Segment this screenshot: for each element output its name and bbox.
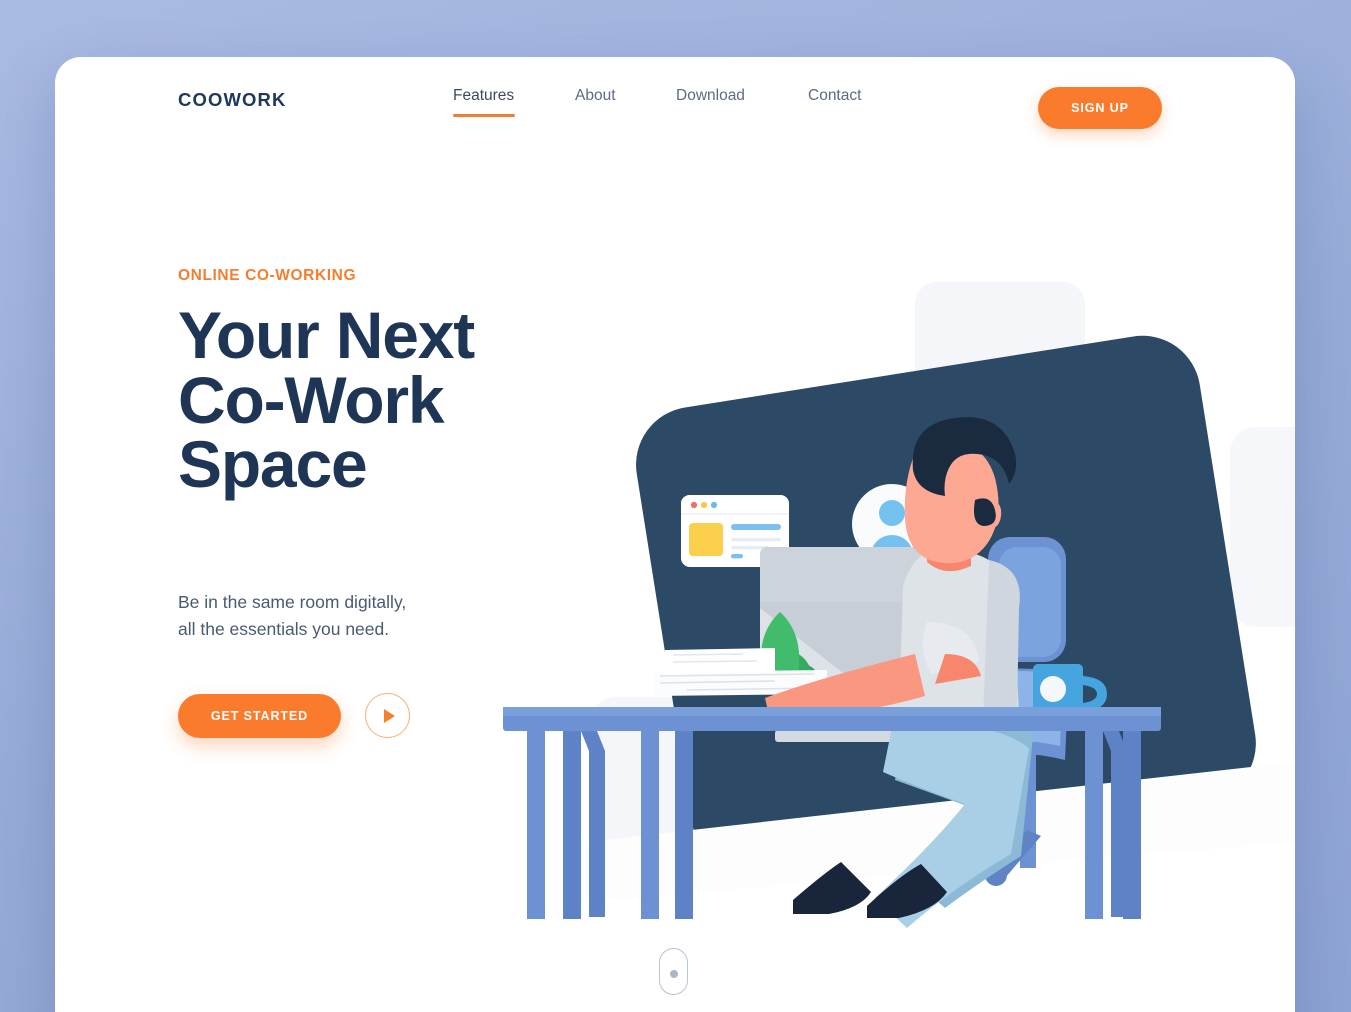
top-navigation-bar: COOWORK Features About Download Contact …: [55, 57, 1295, 162]
avatar-head: [879, 500, 905, 526]
sign-up-button[interactable]: SIGN UP: [1038, 87, 1162, 129]
nav-label-about: About: [575, 87, 616, 104]
nav-label-contact: Contact: [808, 87, 862, 104]
illustration-svg: 1: [503, 282, 1295, 952]
active-nav-underline: [453, 114, 515, 117]
browser-dot-red: [690, 501, 698, 509]
scroll-dot: [669, 970, 678, 978]
desk-leg-2: [563, 731, 581, 919]
nav-links: Features About Download Contact: [453, 87, 866, 117]
desk-brace-left: [581, 731, 605, 917]
desk-top-highlight: [503, 707, 1161, 716]
headline-line-3: Space: [178, 427, 368, 502]
browser-thumbnail: [689, 523, 723, 556]
browser-page-card: COOWORK Features About Download Contact …: [55, 57, 1295, 1012]
nav-label-download: Download: [676, 87, 745, 104]
decor-square-right: [1230, 427, 1295, 627]
nav-label-features: Features: [453, 87, 515, 104]
subtext-line-1: Be in the same room digitally,: [178, 592, 407, 613]
desk-leg-1: [527, 731, 545, 919]
browser-dot-blue: [710, 501, 718, 509]
subtext-line-2: all the essentials you need.: [178, 619, 390, 640]
hero-illustration: 1: [475, 202, 1295, 952]
mouse-scroll-icon: [659, 948, 688, 995]
nav-item-about[interactable]: About: [575, 87, 620, 117]
mug-logo: [1040, 676, 1066, 702]
desk-leg-3: [641, 731, 659, 919]
get-started-button[interactable]: GET STARTED: [178, 693, 341, 738]
nav-item-contact[interactable]: Contact: [808, 87, 866, 117]
desk-leg-4: [675, 731, 693, 919]
headline-line-1: Your Next: [178, 298, 475, 372]
headline-line-2: Co-Work: [178, 362, 445, 437]
nav-item-download[interactable]: Download: [676, 87, 750, 117]
shirt-shade: [983, 560, 1020, 720]
nav-item-features[interactable]: Features: [453, 87, 515, 117]
play-icon: [383, 708, 395, 723]
browser-dot-yellow: [700, 501, 708, 509]
brand-logo[interactable]: COOWORK: [178, 89, 286, 111]
play-video-button[interactable]: [365, 693, 410, 739]
desk-leg-5: [1085, 731, 1103, 919]
